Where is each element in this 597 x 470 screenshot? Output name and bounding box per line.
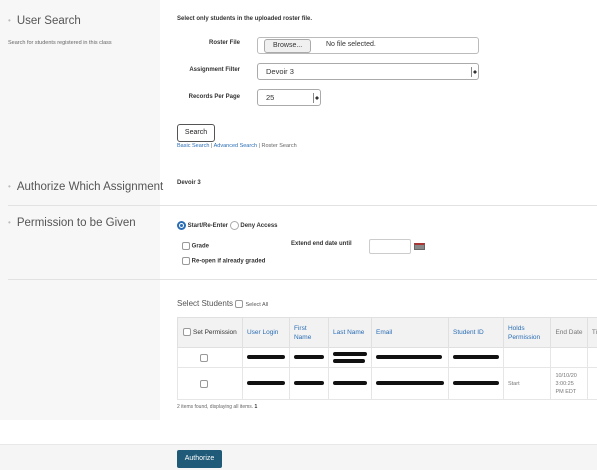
results-summary-text: 2 items found, displaying all items. — [177, 404, 254, 410]
section-title-column — [0, 0, 160, 420]
grade-checkbox[interactable] — [182, 242, 190, 250]
records-per-page-select[interactable]: 25 — [257, 89, 321, 106]
grade-option: Grade — [182, 242, 209, 250]
start-reenter-radio[interactable] — [177, 221, 186, 230]
time-limit-cell — [586, 367, 597, 400]
column-holds-permission[interactable]: Holds Permission — [502, 317, 552, 348]
last-name-cell — [327, 367, 372, 400]
page-number: 1 — [254, 404, 258, 410]
calendar-icon[interactable] — [414, 243, 425, 250]
column-last-name[interactable]: Last Name — [327, 317, 372, 348]
no-file-label: No file selected. — [326, 41, 376, 48]
table-row: Start 10/10/20 3:00:25 PM EDT — [177, 367, 597, 400]
redaction-mark — [246, 355, 285, 360]
column-first-name[interactable]: First Name — [288, 317, 329, 348]
table-row — [177, 347, 597, 368]
dropdown-arrow-icon — [313, 93, 319, 103]
end-date-cell — [550, 347, 588, 368]
first-name-cell — [288, 367, 329, 400]
column-time-limit: Ti Lin — [586, 317, 597, 348]
students-table: Set Permission User Login First Name Las… — [177, 317, 597, 400]
row-checkbox[interactable] — [200, 379, 208, 388]
reopen-checkbox[interactable] — [182, 257, 190, 265]
extend-date-label: Extend end date until — [291, 241, 352, 247]
time-limit-cell — [586, 347, 597, 368]
assignment-filter-label: Assignment Filter — [189, 67, 240, 73]
bullet-icon: • — [8, 16, 11, 26]
records-per-page-value: 25 — [266, 93, 275, 102]
assignment-value: Devoir 3 — [177, 180, 201, 186]
redaction-mark — [293, 381, 324, 386]
last-name-cell — [327, 347, 372, 368]
row-checkbox-cell — [177, 367, 243, 400]
roster-only-label: Select only students in the uploaded ros… — [177, 16, 313, 22]
reopen-option: Re-open if already graded — [182, 257, 265, 265]
redaction-mark — [375, 381, 444, 386]
search-button[interactable]: Search — [177, 124, 215, 142]
redaction-mark — [452, 381, 499, 386]
permission-radios: Start/Re-Enter Deny Access — [177, 221, 278, 230]
user-search-title: • User Search — [8, 15, 81, 27]
browse-button[interactable]: Browse... — [264, 39, 312, 53]
end-date-cell: 10/10/20 3:00:25 PM EDT — [550, 367, 588, 400]
user-login-cell — [241, 367, 290, 400]
student-id-cell — [447, 367, 504, 400]
row-checkbox[interactable] — [200, 353, 208, 362]
start-reenter-label: Start/Re-Enter — [187, 223, 229, 230]
search-mode-links: Basic Search | Advanced Search | Roster … — [177, 143, 297, 149]
column-set-permission: Set Permission — [177, 317, 243, 348]
holds-permission-cell: Start — [502, 367, 552, 400]
header-checkbox[interactable] — [183, 328, 192, 337]
results-summary: 2 items found, displaying all items. 1 — [177, 404, 257, 410]
action-footer — [0, 444, 597, 470]
redaction-mark — [332, 381, 367, 386]
student-id-cell — [447, 347, 504, 368]
user-search-subtitle: Search for students registered in this c… — [8, 40, 112, 46]
basic-search-link[interactable]: Basic Search — [177, 143, 209, 149]
extend-date-input[interactable] — [369, 239, 411, 254]
redaction-mark — [332, 359, 365, 363]
reopen-label: Re-open if already graded — [191, 258, 266, 265]
assignment-filter-select[interactable]: Devoir 3 — [257, 63, 479, 80]
redaction-mark — [375, 355, 442, 360]
assignment-filter-value: Devoir 3 — [266, 67, 294, 76]
redaction-mark — [293, 355, 324, 360]
email-cell — [370, 367, 449, 400]
authorize-assignment-title: • Authorize Which Assignment — [8, 181, 164, 193]
user-login-cell — [241, 347, 290, 368]
deny-access-radio[interactable] — [229, 221, 239, 230]
column-email[interactable]: Email — [370, 317, 449, 348]
select-all-checkbox[interactable] — [235, 299, 244, 308]
permission-title: • Permission to be Given — [8, 217, 136, 229]
advanced-search-link[interactable]: Advanced Search — [214, 143, 257, 149]
first-name-cell — [288, 347, 329, 368]
roster-search-label: Roster Search — [261, 143, 297, 149]
holds-permission-cell — [502, 347, 552, 368]
redaction-mark — [452, 355, 499, 360]
set-permission-header: Set Permission — [193, 329, 237, 336]
column-end-date: End Date — [550, 317, 588, 348]
section-divider — [8, 205, 597, 206]
redaction-mark — [246, 381, 285, 386]
email-cell — [370, 347, 449, 368]
section-divider — [8, 279, 597, 280]
select-students-header: Select Students Select All — [177, 299, 268, 308]
records-per-page-label: Records Per Page — [188, 94, 240, 100]
roster-file-label: Roster File — [208, 40, 240, 46]
dropdown-arrow-icon — [471, 67, 477, 77]
deny-access-label: Deny Access — [240, 223, 278, 230]
select-all-label: Select All — [245, 302, 269, 308]
roster-file-field[interactable]: Browse... No file selected. — [257, 37, 479, 54]
column-user-login[interactable]: User Login — [241, 317, 290, 348]
authorize-button[interactable]: Authorize — [177, 450, 222, 468]
students-table-wrapper: Set Permission User Login First Name Las… — [177, 317, 597, 400]
bullet-icon: • — [8, 182, 11, 192]
grade-label: Grade — [191, 243, 210, 250]
column-student-id[interactable]: Student ID — [447, 317, 504, 348]
bullet-icon: • — [8, 218, 11, 228]
row-checkbox-cell — [177, 347, 243, 368]
redaction-mark — [332, 352, 367, 356]
select-students-title: Select Students — [177, 299, 234, 308]
